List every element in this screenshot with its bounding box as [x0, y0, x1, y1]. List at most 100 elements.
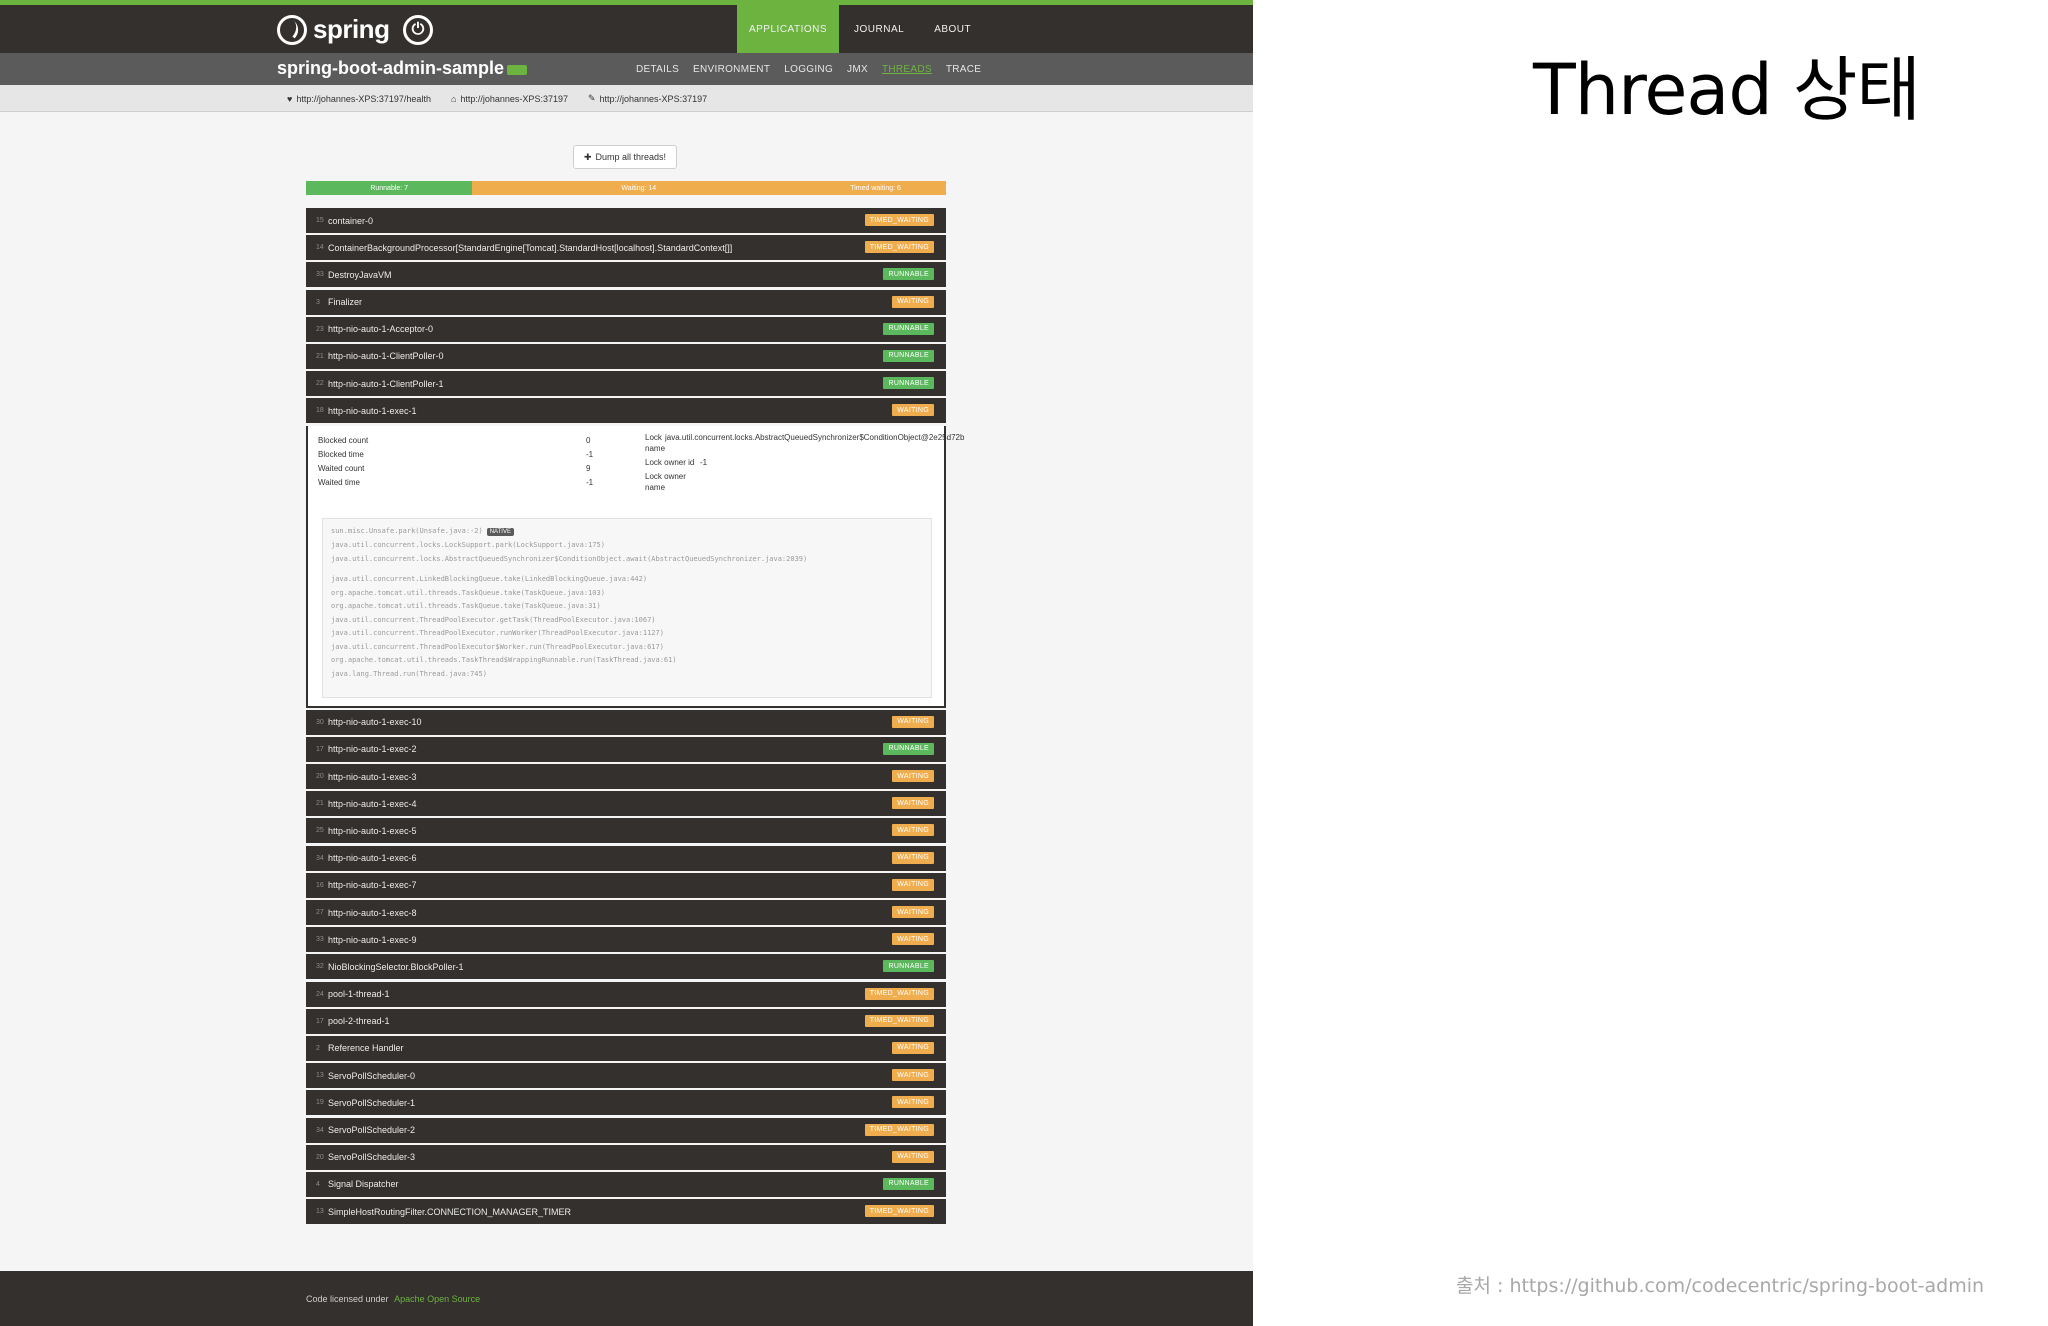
thread-row[interactable]: 22 http-nio-auto-1-ClientPoller-1 RUNNABLE [306, 371, 946, 397]
thread-name: http-nio-auto-1-exec-9 [328, 934, 417, 945]
nav-item-applications[interactable]: APPLICATIONS [737, 5, 839, 53]
application-tabs: DETAILS ENVIRONMENT LOGGING JMX THREADS TRACE [636, 53, 981, 85]
thread-state-badge: WAITING [892, 797, 934, 810]
spring-logo[interactable]: spring [277, 14, 390, 45]
tab-threads[interactable]: THREADS [882, 53, 932, 85]
thread-state-badge: RUNNABLE [883, 322, 934, 335]
thread-row[interactable]: 19 ServoPollScheduler-1 WAITING [306, 1090, 946, 1116]
thread-row[interactable]: 23 http-nio-auto-1-Acceptor-0 RUNNABLE [306, 316, 946, 342]
thread-name: http-nio-auto-1-exec-2 [328, 744, 417, 755]
thread-row[interactable]: 4 Signal Dispatcher RUNNABLE [306, 1171, 946, 1197]
thread-row[interactable]: 20 http-nio-auto-1-exec-3 WAITING [306, 764, 946, 790]
state-segment: Runnable: 7 [306, 181, 473, 195]
thread-name: Signal Dispatcher [328, 1179, 399, 1190]
stack-frame-text: java.util.concurrent.ThreadPoolExecutor.… [331, 629, 664, 637]
thread-state-badge: TIMED_WAITING [864, 214, 934, 226]
thread-details: Blocked count 0 Blocked time -1 Waited count… [306, 425, 964, 708]
thread-row[interactable]: 13 ServoPollScheduler-0 WAITING [306, 1063, 946, 1089]
tab-trace[interactable]: TRACE [946, 53, 981, 85]
thread-row[interactable]: 33 http-nio-auto-1-exec-9 WAITING [306, 927, 946, 953]
thread-id: 27 [316, 909, 324, 916]
thread-row[interactable]: 25 http-nio-auto-1-exec-5 WAITING [306, 818, 946, 844]
stack-frame: org.apache.tomcat.util.threads.TaskQueue… [331, 600, 923, 614]
license-link[interactable]: Apache Open Source [394, 1294, 480, 1304]
thread-name: http-nio-auto-1-exec-6 [328, 853, 417, 864]
endpoint-link[interactable]: ⌂ http://johannes-XPS:37197 [451, 85, 568, 112]
thread-name: http-nio-auto-1-exec-4 [328, 798, 417, 809]
thread-state-badge: WAITING [892, 824, 934, 837]
thread-id: 19 [316, 1099, 324, 1107]
endpoint-link[interactable]: ✎ http://johannes-XPS:37197 [588, 85, 707, 112]
power-icon[interactable]: ⏻ [403, 15, 433, 45]
stat-value: -1 [586, 450, 594, 459]
application-name: spring-boot-admin-sample [277, 58, 505, 78]
stat-row: Blocked count 0 [318, 434, 593, 448]
plus-icon: ✚ [583, 151, 592, 162]
footer-label: Code licensed under [306, 1294, 389, 1304]
wrench-icon: ✎ [587, 93, 596, 103]
thread-row[interactable]: 17 http-nio-auto-1-exec-2 RUNNABLE [306, 736, 946, 762]
stack-gap [331, 566, 923, 573]
nav-item-about[interactable]: ABOUT [919, 5, 986, 53]
thread-row[interactable]: 21 http-nio-auto-1-exec-4 WAITING [306, 791, 946, 817]
thread-id: 2 [316, 1044, 320, 1052]
status-up-indicator [507, 65, 527, 75]
stack-frame: java.util.concurrent.ThreadPoolExecutor.… [331, 614, 923, 628]
thread-state-badge: TIMED_WAITING [864, 241, 934, 254]
endpoint-link[interactable]: ♥ http://johannes-XPS:37197/health [287, 85, 431, 112]
thread-row[interactable]: 34 ServoPollScheduler-2 TIMED_WAITING [306, 1117, 946, 1143]
thread-id: 20 [316, 1153, 324, 1161]
tab-environment[interactable]: ENVIRONMENT [693, 53, 770, 85]
thread-state-badge: WAITING [892, 906, 934, 918]
thread-row[interactable]: 32 NioBlockingSelector.BlockPoller-1 RUNNA… [306, 954, 946, 980]
thread-row[interactable]: 13 SimpleHostRoutingFilter.CONNECTION_MAN… [306, 1199, 946, 1225]
thread-row[interactable]: 20 ServoPollScheduler-3 WAITING [306, 1144, 946, 1170]
stat-value: 9 [586, 464, 591, 473]
thread-row[interactable]: 16 http-nio-auto-1-exec-7 WAITING [306, 872, 946, 898]
native-badge: NATIVE [486, 527, 514, 536]
thread-row[interactable]: 27 http-nio-auto-1-exec-8 WAITING [306, 900, 946, 925]
thread-name: DestroyJavaVM [328, 269, 392, 280]
thread-name: http-nio-auto-1-exec-1 [328, 405, 417, 416]
thread-row[interactable]: 15 container-0 TIMED_WAITING [306, 208, 946, 233]
thread-row[interactable]: 33 DestroyJavaVM RUNNABLE [306, 262, 946, 288]
lock-label: Lock owner name [645, 471, 686, 492]
thread-id: 16 [316, 881, 324, 889]
lock-value: -1 [700, 457, 708, 467]
stack-frame-text: org.apache.tomcat.util.threads.TaskThrea… [331, 656, 677, 664]
tab-jmx[interactable]: JMX [847, 53, 868, 85]
thread-name: container-0 [328, 215, 374, 226]
endpoint-url: http://johannes-XPS:37197 [599, 93, 708, 104]
stack-frame-text: java.util.concurrent.locks.AbstractQueue… [331, 554, 808, 563]
state-segment: Timed waiting: 6 [805, 181, 946, 195]
thread-state-badge: TIMED_WAITING [864, 1123, 934, 1136]
stat-row: Waited time -1 [318, 476, 593, 490]
tab-logging[interactable]: LOGGING [784, 53, 833, 85]
thread-state-badge: WAITING [892, 1096, 934, 1109]
thread-state-badge: WAITING [892, 1069, 934, 1082]
stat-row: Blocked time -1 [318, 448, 593, 462]
thread-row[interactable]: 21 http-nio-auto-1-ClientPoller-0 RUNNABLE [306, 343, 946, 369]
top-nav: APPLICATIONS JOURNAL ABOUT [737, 5, 986, 53]
thread-row[interactable]: 30 http-nio-auto-1-exec-10 WAITING [306, 709, 946, 735]
thread-id: 33 [316, 271, 324, 279]
url-list: ♥ http://johannes-XPS:37197/health ⌂ http:/… [287, 85, 707, 112]
thread-row[interactable]: 2 Reference Handler WAITING [306, 1035, 946, 1061]
home-icon: ⌂ [450, 93, 457, 104]
thread-row[interactable]: 34 http-nio-auto-1-exec-6 WAITING [306, 845, 946, 871]
dump-all-threads-button[interactable]: ✚ Dump all threads! [573, 145, 677, 169]
thread-row[interactable]: 17 pool-2-thread-1 TIMED_WAITING [306, 1008, 946, 1034]
thread-state-badge: RUNNABLE [883, 377, 934, 390]
stack-frame-text: java.util.concurrent.locks.LockSupport.p… [331, 541, 605, 549]
nav-item-journal[interactable]: JOURNAL [839, 5, 919, 53]
lock-label: Lock name [645, 432, 666, 453]
tab-details[interactable]: DETAILS [636, 53, 679, 85]
heart-icon: ♥ [287, 93, 293, 104]
thread-row[interactable]: 18 http-nio-auto-1-exec-1 WAITING [306, 398, 946, 424]
stat-label: Waited count [318, 464, 365, 473]
thread-row[interactable]: 14 ContainerBackgroundProcessor[StandardE… [306, 235, 946, 261]
thread-row[interactable]: 24 pool-1-thread-1 TIMED_WAITING [306, 981, 946, 1007]
thread-name: ContainerBackgroundProcessor[StandardEng… [328, 242, 733, 253]
thread-row[interactable]: 3 Finalizer WAITING [306, 289, 946, 315]
stat-value: 0 [586, 436, 591, 445]
